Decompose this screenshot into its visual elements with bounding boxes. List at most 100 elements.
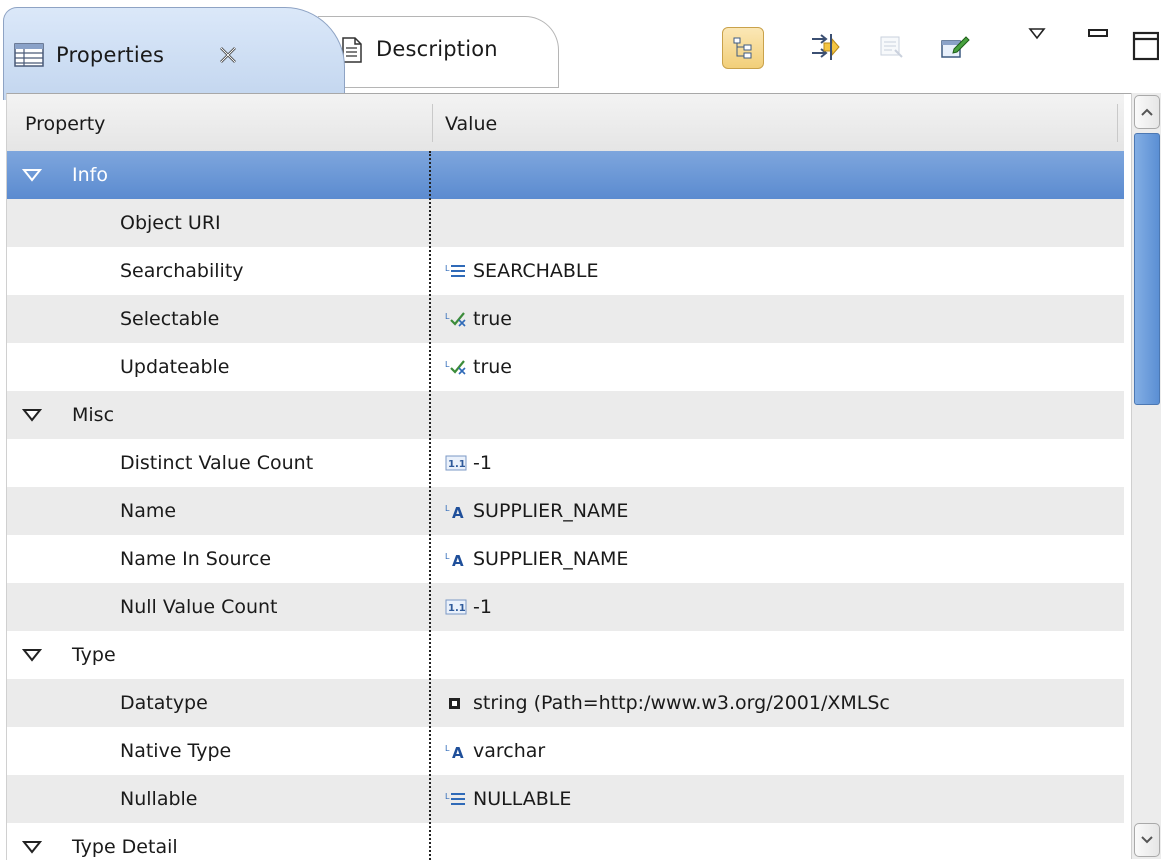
table-header: Property Value: [7, 94, 1124, 152]
category-row[interactable]: Type: [7, 631, 1124, 679]
category-label: Misc: [72, 404, 115, 426]
svg-text:L: L: [445, 264, 450, 273]
property-value[interactable]: Ltrue: [445, 308, 512, 330]
scrollbar-thumb[interactable]: [1134, 133, 1160, 405]
string-icon: LA: [445, 742, 467, 762]
category-label: Type Detail: [72, 836, 178, 858]
close-icon[interactable]: [217, 44, 239, 66]
boolean-icon: L: [445, 358, 467, 376]
table-row[interactable]: Name L A SUPPLIER_NAME: [7, 487, 1124, 535]
svg-text:L: L: [445, 744, 450, 753]
vertical-scrollbar[interactable]: [1131, 93, 1161, 859]
tab-properties-label: Properties: [56, 43, 165, 67]
table-row[interactable]: Name In Source L A SUPPLIER_NAME: [7, 535, 1124, 583]
property-value[interactable]: 1.1 -1: [445, 596, 492, 618]
property-value-text: string (Path=http:/www.w3.org/2001/XMLSc: [473, 692, 890, 714]
property-value-text: -1: [473, 452, 492, 474]
number-icon: 1.1: [445, 598, 467, 616]
property-name: Datatype: [120, 692, 208, 714]
table-row[interactable]: Null Value Count 1.1 -1: [7, 583, 1124, 631]
property-value-text: varchar: [473, 740, 546, 762]
string-icon: LA: [445, 550, 467, 570]
chevron-up-icon: [1141, 108, 1153, 116]
table-row[interactable]: Selectable Ltrue: [7, 295, 1124, 343]
category-label: Type: [72, 644, 116, 666]
edit-button[interactable]: [935, 27, 975, 67]
property-value[interactable]: L A varchar: [445, 740, 545, 762]
string-icon: LA: [445, 502, 467, 522]
maximize-icon: [1132, 31, 1159, 61]
column-header-property[interactable]: Property: [25, 113, 105, 135]
svg-text:L: L: [445, 312, 450, 321]
scroll-down-button[interactable]: [1134, 823, 1160, 857]
column-separator[interactable]: [432, 104, 433, 142]
svg-text:1.1: 1.1: [448, 603, 466, 614]
view-menu-button[interactable]: [1023, 20, 1051, 48]
number-icon: 1.1: [445, 454, 467, 472]
view-menu-icon: [1028, 28, 1046, 40]
property-name: Nullable: [120, 788, 198, 810]
category-label: Info: [72, 164, 108, 186]
table-row[interactable]: Updateable Ltrue: [7, 343, 1124, 391]
table-row[interactable]: Searchability L SEARCHABLE: [7, 247, 1124, 295]
boolean-icon: L: [445, 310, 467, 328]
svg-text:L: L: [445, 552, 450, 561]
table-row[interactable]: Datatype string (Path=http:/www.w3.org/20…: [7, 679, 1124, 727]
svg-text:A: A: [452, 504, 464, 520]
column-header-value[interactable]: Value: [445, 113, 497, 135]
scroll-up-button[interactable]: [1134, 95, 1160, 129]
tree-layout-icon: [733, 37, 752, 59]
category-row[interactable]: Type Detail: [7, 823, 1124, 860]
property-value[interactable]: string (Path=http:/www.w3.org/2001/XMLSc: [445, 692, 890, 714]
property-value[interactable]: 1.1 -1: [445, 452, 492, 474]
property-name: Object URI: [120, 212, 221, 234]
tab-description-label: Description: [376, 37, 498, 61]
property-value[interactable]: L A SUPPLIER_NAME: [445, 548, 628, 570]
tree-layout-button[interactable]: [722, 27, 764, 69]
property-value-text: -1: [473, 596, 492, 618]
property-value-text: SEARCHABLE: [473, 260, 599, 282]
property-name: Searchability: [120, 260, 244, 282]
property-value-text: SUPPLIER_NAME: [473, 500, 629, 522]
svg-text:L: L: [445, 792, 450, 801]
property-value[interactable]: Ltrue: [445, 356, 512, 378]
property-value-text: true: [473, 356, 512, 378]
table-row[interactable]: Native Type L A varchar: [7, 727, 1124, 775]
table-row[interactable]: Object URI: [7, 199, 1124, 247]
description-icon: [342, 37, 362, 63]
column-divider: [429, 151, 431, 860]
datatype-icon: [445, 694, 467, 712]
property-value-text: true: [473, 308, 512, 330]
category-row[interactable]: Misc: [7, 391, 1124, 439]
property-value[interactable]: L NULLABLE: [445, 788, 571, 810]
property-name: Name In Source: [120, 548, 272, 570]
restore-defaults-icon: [880, 36, 903, 58]
tab-properties[interactable]: Properties: [3, 7, 345, 100]
property-value[interactable]: L SEARCHABLE: [445, 260, 599, 282]
minimize-button[interactable]: [1084, 20, 1112, 48]
property-value[interactable]: L A SUPPLIER_NAME: [445, 500, 628, 522]
edit-icon: [941, 36, 970, 58]
properties-table: Property Value Info Object URI Searchabili…: [6, 93, 1132, 860]
table-row[interactable]: Distinct Value Count 1.1 -1: [7, 439, 1124, 487]
property-name: Distinct Value Count: [120, 452, 314, 474]
properties-icon: [14, 43, 44, 67]
tab-description[interactable]: Description: [318, 16, 559, 88]
arrange-icon: [812, 34, 840, 60]
property-name: Updateable: [120, 356, 230, 378]
svg-text:L: L: [445, 360, 450, 369]
maximize-button[interactable]: [1128, 26, 1161, 66]
table-row[interactable]: Nullable L NULLABLE: [7, 775, 1124, 823]
enum-icon: L: [445, 790, 467, 808]
view-tab-bar: Description Properties: [0, 0, 1161, 100]
arrange-button[interactable]: [805, 27, 845, 67]
property-name: Native Type: [120, 740, 232, 762]
property-name: Name: [120, 500, 177, 522]
minimize-icon: [1088, 29, 1108, 37]
property-value-text: NULLABLE: [473, 788, 572, 810]
svg-text:L: L: [445, 504, 450, 513]
property-value-text: SUPPLIER_NAME: [473, 548, 629, 570]
enum-icon: L: [445, 262, 467, 280]
category-row[interactable]: Info: [7, 151, 1124, 199]
restore-defaults-button[interactable]: [872, 27, 912, 67]
